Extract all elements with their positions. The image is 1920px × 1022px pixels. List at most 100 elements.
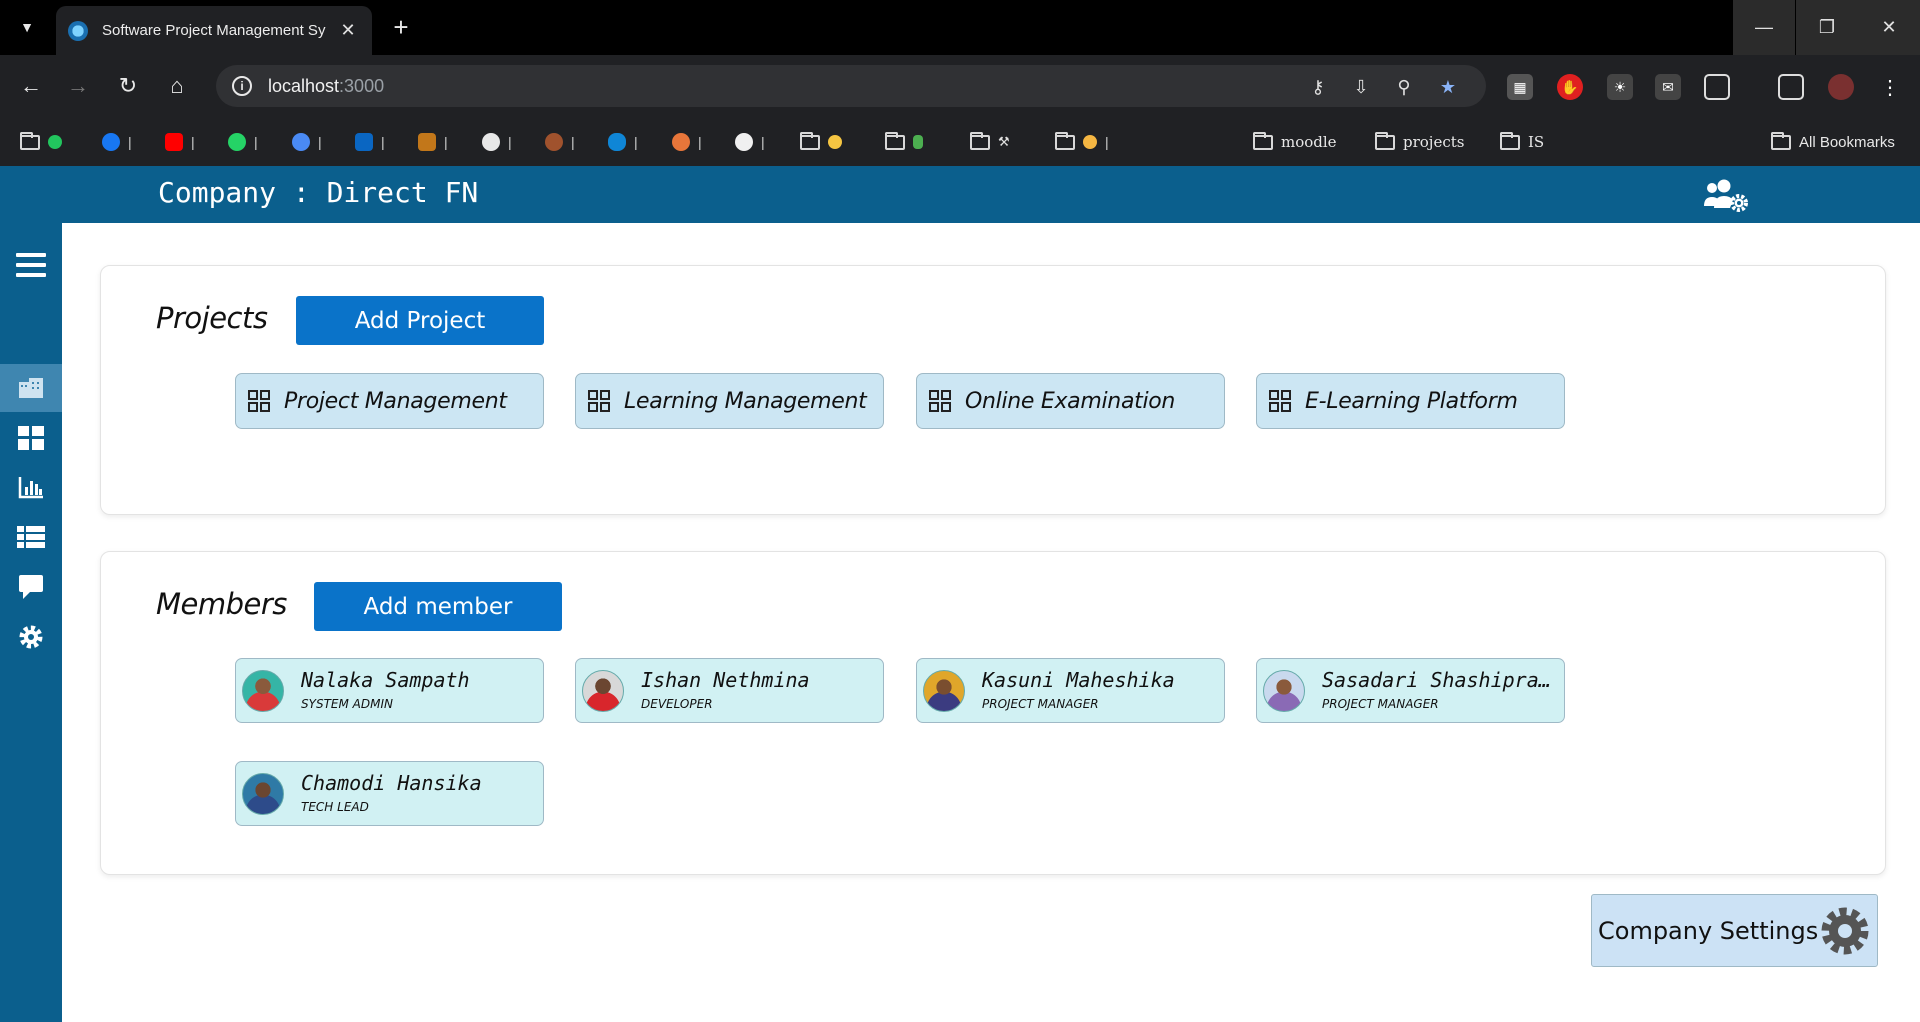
main-content: Projects Add Project Project Management … [62, 223, 1920, 1022]
member-card[interactable]: Ishan Nethmina DEVELOPER [575, 658, 884, 723]
bookmark-label: moodle [1281, 133, 1337, 151]
folder-icon [1375, 131, 1395, 150]
extension-icon[interactable]: ▦ [1507, 74, 1533, 100]
avatar [923, 670, 965, 712]
project-name: Project Management [284, 388, 507, 414]
tab-search-icon[interactable]: ▼ [10, 12, 44, 42]
member-card[interactable]: Chamodi Hansika TECH LEAD [235, 761, 544, 826]
key-icon[interactable]: ⚷ [1306, 75, 1330, 99]
project-name: Learning Management [624, 388, 867, 414]
restore-icon[interactable]: ❐ [1796, 0, 1858, 55]
facebook-icon[interactable]: | [102, 130, 132, 154]
add-project-button[interactable]: Add Project [296, 296, 544, 345]
window-close-icon[interactable]: ✕ [1858, 0, 1920, 55]
project-card[interactable]: Online Examination [916, 373, 1225, 429]
sidebar-item-company[interactable] [0, 364, 62, 412]
profile-avatar[interactable] [1828, 74, 1854, 100]
url-port: :3000 [339, 75, 385, 96]
bookmark-folder-icon[interactable] [800, 130, 842, 154]
member-role: PROJECT MANAGER [1322, 697, 1439, 711]
site-info-icon[interactable]: i [232, 76, 252, 96]
onedrive-icon[interactable]: | [608, 130, 638, 154]
back-icon[interactable]: ← [14, 69, 48, 103]
bookmark-star-icon[interactable]: ★ [1436, 75, 1460, 99]
zoom-icon[interactable]: ⚲ [1392, 75, 1416, 99]
youtube-icon[interactable]: | [165, 130, 195, 154]
adblock-extension-icon[interactable]: ✋ [1557, 74, 1583, 100]
bookmark-projects[interactable]: projects [1375, 130, 1464, 154]
tab-title: Software Project Management Sy [102, 22, 326, 39]
bookmark-label: IS [1528, 133, 1545, 151]
browser-tab-bar: ▼ Software Project Management Sy ✕ + — ❐… [0, 0, 1920, 55]
install-app-icon[interactable]: ⇩ [1349, 75, 1373, 99]
bookmark-is[interactable]: IS [1500, 130, 1544, 154]
sidebar-item-reports[interactable] [0, 463, 62, 511]
avatar [1263, 670, 1305, 712]
crest-icon[interactable]: | [545, 130, 575, 154]
dashboard-icon [18, 426, 44, 450]
browser-tab[interactable]: Software Project Management Sy ✕ [56, 6, 372, 55]
address-bar[interactable]: i localhost:3000 ⚷ ⇩ ⚲ ★ [216, 65, 1486, 107]
project-name: Online Examination [965, 388, 1176, 414]
linkedin-icon[interactable]: | [355, 130, 385, 154]
all-bookmarks[interactable]: All Bookmarks [1771, 130, 1895, 154]
home-icon[interactable]: ⌂ [160, 69, 194, 103]
url-host: localhost [268, 75, 340, 96]
member-role: PROJECT MANAGER [982, 697, 1099, 711]
minimize-icon[interactable]: — [1733, 0, 1795, 55]
megaphone-extension-icon[interactable]: ✉ [1655, 74, 1681, 100]
reload-icon[interactable]: ↻ [111, 69, 145, 103]
hamburger-menu-icon[interactable] [0, 241, 62, 289]
grid-icon [588, 390, 610, 412]
bookmark-folder-icon[interactable] [885, 130, 923, 154]
medium-icon[interactable]: | [418, 130, 448, 154]
app-header: Company : Direct FN [0, 166, 1920, 223]
project-card[interactable]: Learning Management [575, 373, 884, 429]
github-icon[interactable]: | [735, 130, 765, 154]
forward-icon[interactable]: → [61, 69, 95, 103]
avatar [242, 670, 284, 712]
list-icon [17, 526, 45, 548]
side-panel-icon[interactable] [1778, 74, 1804, 100]
extension-off-icon[interactable]: ☀ [1607, 74, 1633, 100]
chat-icon [19, 575, 43, 599]
members-title: Members [156, 587, 287, 621]
project-name: E-Learning Platform [1305, 388, 1518, 414]
sidebar [0, 223, 62, 1022]
project-card[interactable]: E-Learning Platform [1256, 373, 1565, 429]
grid-icon [929, 390, 951, 412]
grammar-icon[interactable]: | [292, 130, 322, 154]
browser-menu-icon[interactable]: ⋮ [1877, 74, 1903, 100]
member-card[interactable]: Sasadari Shashipra... PROJECT MANAGER [1256, 658, 1565, 723]
tab-close-icon[interactable]: ✕ [336, 20, 360, 41]
bookmark-folder-icon[interactable] [20, 130, 62, 154]
extensions-puzzle-icon[interactable] [1704, 74, 1730, 100]
members-panel: Members Add member Nalaka Sampath SYSTEM… [100, 551, 1886, 875]
avatar [582, 670, 624, 712]
bookmark-moodle[interactable]: moodle [1253, 130, 1337, 154]
bookmark-app-icon[interactable]: | [672, 130, 702, 154]
sidebar-item-dashboard[interactable] [0, 414, 62, 462]
member-name: Sasadari Shashipra... [1322, 668, 1558, 692]
member-card[interactable]: Nalaka Sampath SYSTEM ADMIN [235, 658, 544, 723]
company-settings-button[interactable]: Company Settings [1591, 894, 1878, 967]
project-card[interactable]: Project Management [235, 373, 544, 429]
sidebar-item-list[interactable] [0, 513, 62, 561]
member-card[interactable]: Kasuni Maheshika PROJECT MANAGER [916, 658, 1225, 723]
new-tab-icon[interactable]: + [384, 10, 418, 44]
globe-icon[interactable]: | [482, 130, 512, 154]
member-name: Chamodi Hansika [301, 771, 482, 795]
company-title: Company : Direct FN [158, 176, 479, 209]
projects-panel: Projects Add Project Project Management … [100, 265, 1886, 515]
sidebar-item-chat[interactable] [0, 563, 62, 611]
add-member-button[interactable]: Add member [314, 582, 562, 631]
building-icon [19, 378, 43, 398]
user-settings-icon[interactable] [1702, 178, 1750, 214]
whatsapp-icon[interactable]: | [228, 130, 258, 154]
bookmark-folder-icon[interactable]: ⚒ [970, 130, 1010, 154]
sidebar-item-settings[interactable] [0, 613, 62, 661]
member-role: SYSTEM ADMIN [301, 697, 393, 711]
gear-icon [19, 625, 43, 649]
member-name: Nalaka Sampath [301, 668, 470, 692]
bookmark-folder-icon[interactable]: | [1055, 130, 1109, 154]
